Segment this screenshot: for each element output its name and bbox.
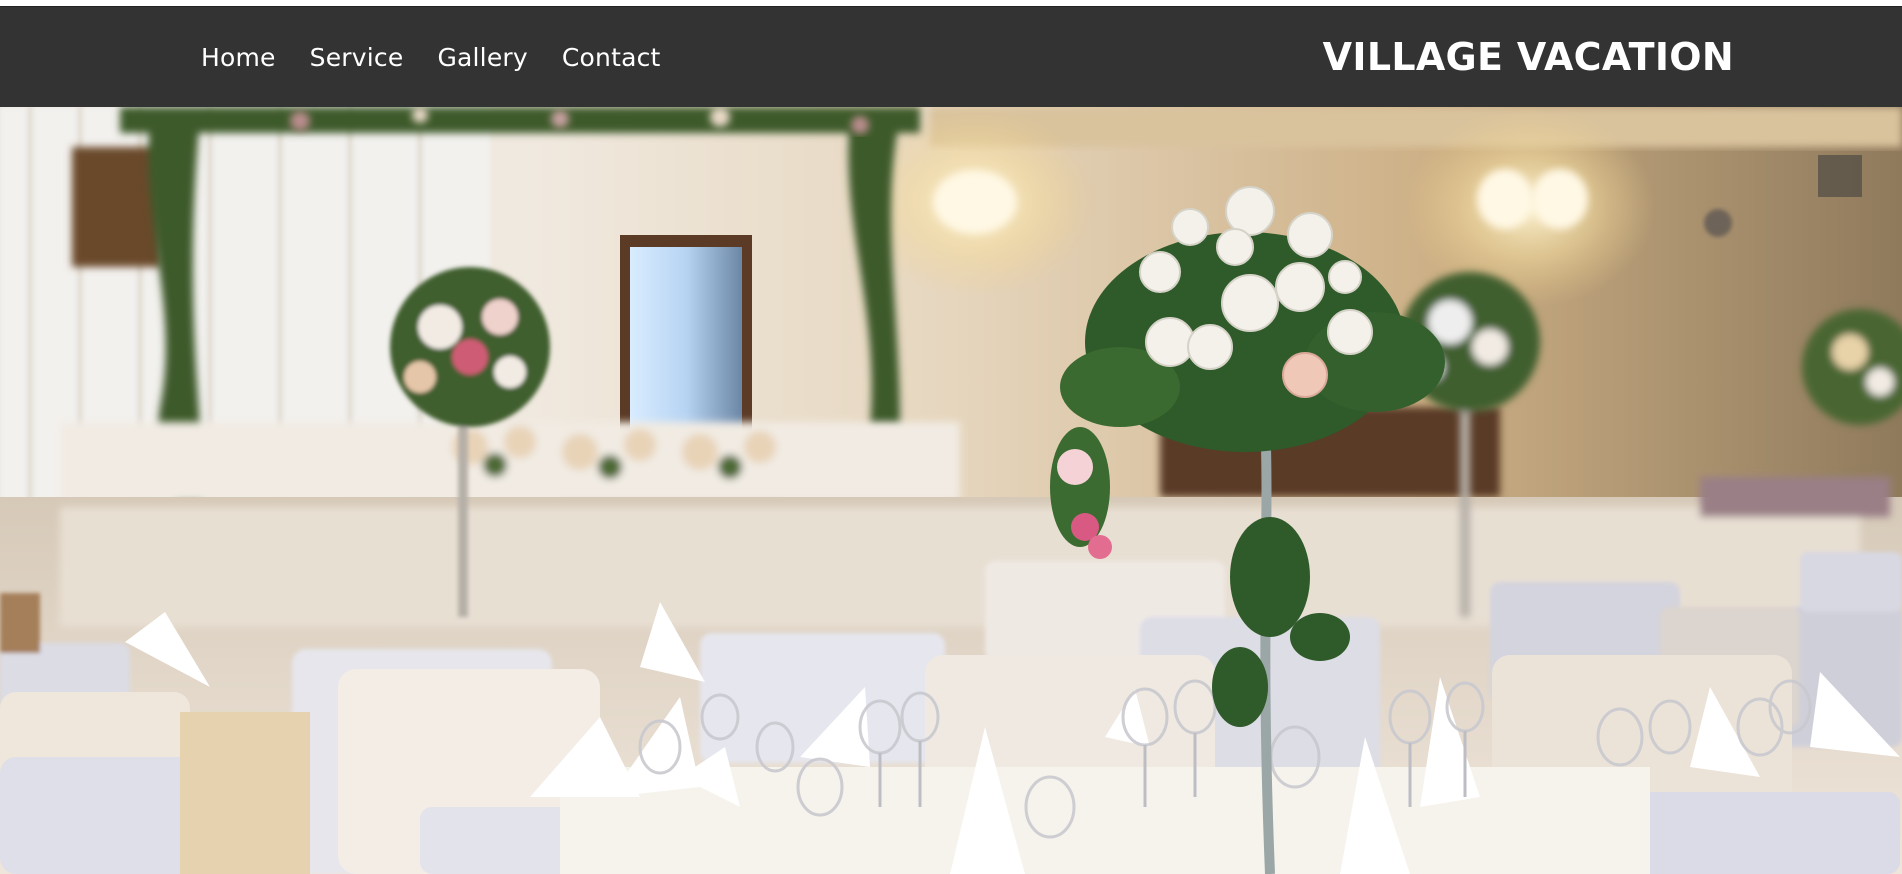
hero-image-wedding-hall [0, 107, 1902, 874]
nav-link-service[interactable]: Service [310, 43, 404, 72]
site-brand-title[interactable]: VILLAGE VACATION [1323, 7, 1734, 107]
nav-link-gallery[interactable]: Gallery [437, 43, 527, 72]
hero-banner [0, 107, 1902, 874]
top-navbar: Home Service Gallery Contact VILLAGE VAC… [0, 6, 1902, 107]
hero-slider-control[interactable] [1818, 155, 1862, 197]
main-navigation: Home Service Gallery Contact [201, 7, 661, 107]
nav-link-contact[interactable]: Contact [562, 43, 661, 72]
nav-link-home[interactable]: Home [201, 43, 276, 72]
